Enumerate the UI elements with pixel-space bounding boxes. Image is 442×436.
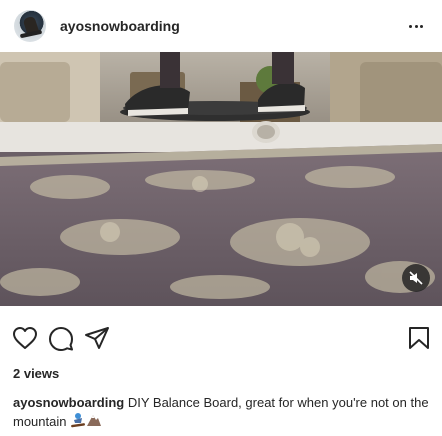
like-button[interactable] [12,320,48,356]
muted-speaker-icon [409,271,423,285]
video-frame [0,52,442,306]
mute-button[interactable] [402,264,430,292]
mountain-emoji [86,412,102,433]
save-button[interactable] [402,320,430,356]
view-count[interactable]: 2 views [13,366,59,381]
more-options-icon[interactable] [404,14,428,38]
comment-icon [49,327,73,351]
avatar[interactable] [14,10,46,42]
avatar-board [19,29,43,39]
post-header: ayosnowboarding [0,0,442,52]
heart-icon [13,327,37,349]
post-caption: ayosnowboarding DIY Balance Board, great… [13,393,433,433]
share-icon [85,327,109,349]
share-button[interactable] [84,320,120,356]
post-action-bar [0,318,442,358]
comment-button[interactable] [48,320,84,356]
post-video[interactable] [0,52,442,306]
username-link[interactable]: ayosnowboarding [60,18,404,34]
caption-author-link[interactable]: ayosnowboarding [13,395,124,410]
bookmark-icon [409,327,429,349]
snowboarder-emoji [70,412,86,433]
